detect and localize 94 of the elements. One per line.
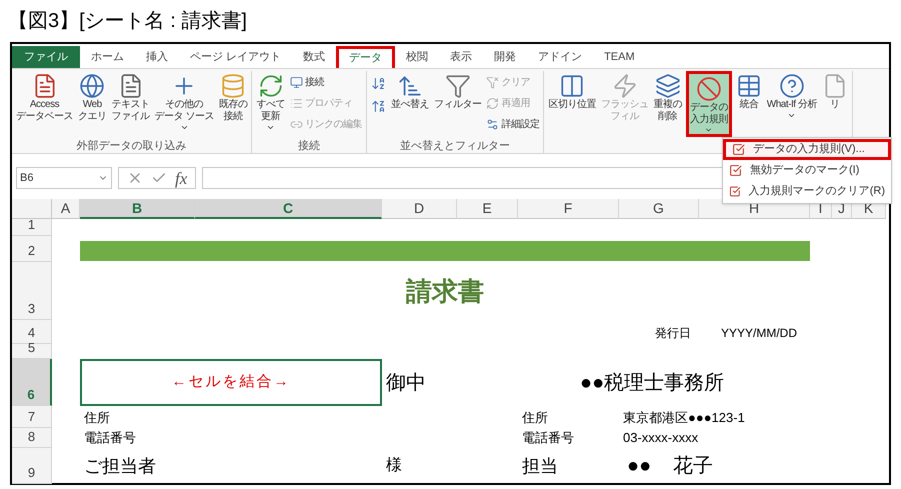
refresh-icon <box>258 73 284 99</box>
ribbon-button[interactable]: 重複の 削除 <box>652 71 683 137</box>
ribbon-button[interactable]: 詳細設定 <box>485 114 540 134</box>
ribbon-button[interactable]: すべて 更新 <box>255 71 286 137</box>
reapply-icon <box>486 96 500 110</box>
validation-icon <box>729 164 742 177</box>
issuer-field-value: 東京都港区●●●123-1 <box>623 408 745 426</box>
split-columns-icon <box>559 73 586 99</box>
row-header[interactable]: 3 <box>12 262 52 320</box>
column-header[interactable]: C <box>195 199 382 219</box>
column-header[interactable]: B <box>80 199 195 219</box>
ribbon-button[interactable]: データの 入力規則 <box>686 71 732 137</box>
row-header[interactable]: 8 <box>12 428 52 448</box>
honorific: 御中 <box>386 370 426 396</box>
issuer-field-value: 03-xxxx-xxxx <box>623 428 698 446</box>
cell-reference: B6 <box>20 170 34 186</box>
ribbon-tab[interactable]: アドイン <box>527 46 594 68</box>
validation-icon <box>732 143 745 156</box>
caret-icon <box>180 123 189 132</box>
menu-item[interactable]: 入力規則マークのクリア(R) <box>723 181 891 202</box>
advanced-filter-icon <box>486 118 500 130</box>
ribbon-tab[interactable]: 校閲 <box>395 46 440 68</box>
ribbon-button[interactable]: Access データベース <box>15 71 74 137</box>
caret-icon <box>266 123 276 132</box>
issue-date: YYYY/MM/DD <box>721 325 798 342</box>
sort-ascending-icon <box>370 76 386 90</box>
row-header[interactable]: 6 <box>12 359 52 406</box>
merged-cell[interactable]: ←セルを結合→ <box>80 359 382 406</box>
row-header[interactable]: 4 <box>12 320 52 344</box>
group-label: 接続 <box>298 139 320 153</box>
column-header[interactable]: G <box>619 199 699 219</box>
ribbon-tab[interactable]: 表示 <box>439 46 484 68</box>
sort-descending-icon <box>370 98 386 114</box>
ribbon-button[interactable]: テキスト ファイル <box>110 71 150 137</box>
clear-filter-icon <box>486 76 500 88</box>
ribbon-tab[interactable]: ホーム <box>80 46 135 68</box>
filter-icon <box>444 73 471 99</box>
merged-cell-text: ←セルを結合→ <box>172 372 290 392</box>
row-header[interactable]: 2 <box>12 236 52 262</box>
ribbon-tab[interactable]: TEAM <box>593 46 646 68</box>
name-box[interactable]: B6 <box>16 167 112 189</box>
client-field-label: 住所 <box>84 408 110 426</box>
column-header[interactable]: A <box>52 199 80 219</box>
row-header[interactable]: 9 <box>12 448 52 484</box>
validation-icon <box>696 76 722 102</box>
staff-label: 担当 <box>522 454 558 478</box>
validation-icon <box>729 185 741 198</box>
caret-icon <box>787 111 796 120</box>
ribbon-button[interactable]: Web クエリ <box>77 71 108 137</box>
ribbon-button[interactable]: その他の データ ソース <box>154 71 215 137</box>
group-label: 並べ替えとフィルター <box>400 139 510 153</box>
menu-item[interactable]: 無効データのマーク(I) <box>723 160 891 181</box>
column-header[interactable]: D <box>382 199 457 219</box>
menu-item[interactable]: データの入力規則(V)... <box>723 139 891 160</box>
invoice-title: 請求書 <box>406 274 484 308</box>
ribbon-tab[interactable]: ファイル <box>12 46 80 68</box>
issuer-field-label: 住所 <box>522 408 548 426</box>
flash-icon <box>612 73 638 99</box>
connection-icon <box>290 76 303 88</box>
figure-caption: 【図3】[シート名 : 請求書] <box>8 9 247 34</box>
ribbon-button[interactable]: リ <box>820 71 849 137</box>
column-header[interactable]: E <box>457 199 518 219</box>
staff-given-name: 花子 <box>673 454 714 479</box>
client-field-label: 電話番号 <box>84 428 136 446</box>
issue-date-label: 発行日 <box>655 325 691 342</box>
ribbon-button[interactable]: 区切り位置 <box>547 71 597 137</box>
database-icon <box>220 73 246 99</box>
ribbon-tab[interactable]: 挿入 <box>135 46 179 68</box>
insert-function-button[interactable]: fx <box>175 170 188 186</box>
ribbon-tab[interactable]: ページ レイアウト <box>179 46 292 68</box>
column-header[interactable]: F <box>518 199 619 219</box>
ribbon-tab[interactable]: 開発 <box>483 46 528 68</box>
ribbon-tab[interactable]: 数式 <box>292 46 336 68</box>
issuer-field-label: 電話番号 <box>522 428 574 446</box>
row-header[interactable]: 7 <box>12 406 52 428</box>
issuer-name: ●●税理士事務所 <box>580 370 724 396</box>
ribbon-button[interactable]: 既存の 接続 <box>218 71 248 137</box>
caret-icon <box>704 126 714 134</box>
ribbon-tab[interactable]: データ <box>336 46 396 68</box>
row-header[interactable]: 5 <box>12 344 52 359</box>
ribbon-button[interactable]: 接続 <box>288 72 363 92</box>
select-all-corner[interactable] <box>12 199 52 219</box>
contact-label: ご担当者 <box>84 454 156 478</box>
ribbon-button[interactable]: What-If 分析 <box>766 71 818 137</box>
globe-icon <box>79 73 106 99</box>
consolidate-icon <box>736 73 762 99</box>
ribbon-button[interactable]: フィルター <box>432 71 482 137</box>
staff-surname: ●● <box>627 454 652 479</box>
ribbon-button[interactable]: 並べ替え <box>390 71 430 137</box>
row-header[interactable]: 1 <box>12 219 52 236</box>
honorific: 様 <box>386 456 402 476</box>
ribbon-button[interactable]: 統合 <box>734 71 763 137</box>
group-label: 外部データの取り込み <box>76 139 187 153</box>
what-if-icon <box>778 73 805 99</box>
